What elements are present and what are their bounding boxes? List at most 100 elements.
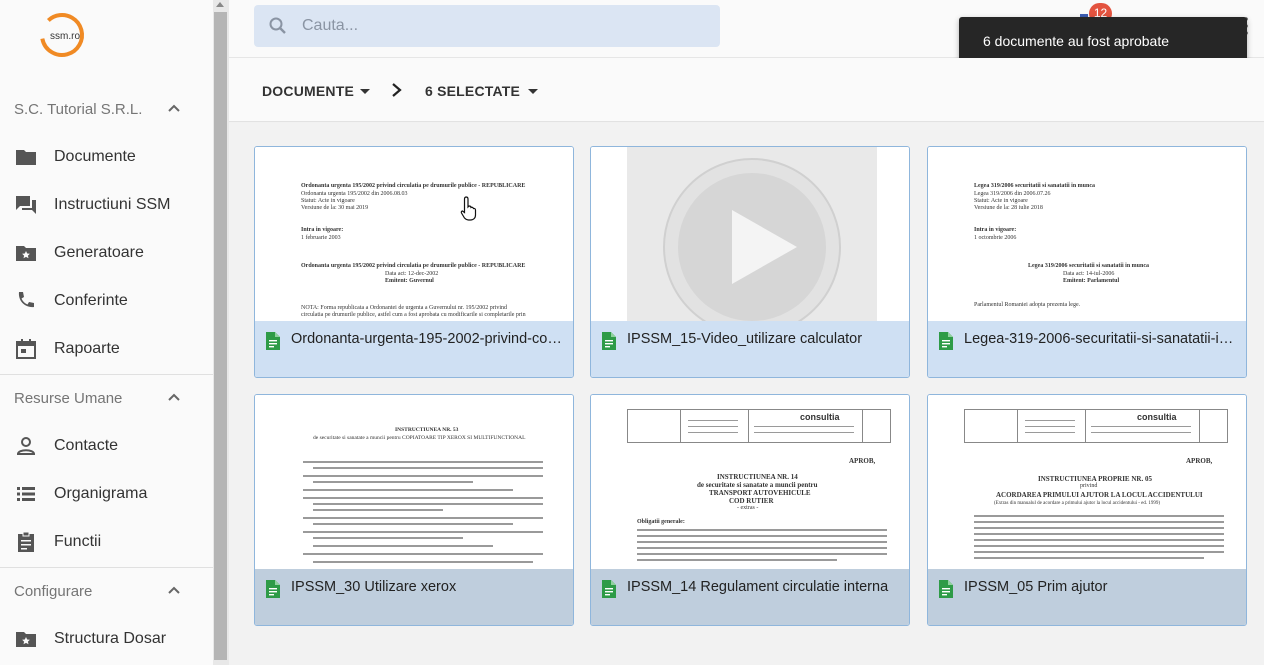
sidebar-item-label: Generatoare bbox=[54, 244, 144, 261]
document-preview: INSTRUCTIUNEA NR. 53 de securitate si sa… bbox=[255, 395, 573, 569]
section-header-resurse-umane[interactable]: Resurse Umane bbox=[0, 376, 213, 420]
play-icon[interactable] bbox=[657, 155, 847, 321]
preview-line: Data act: 12-dec-2002 bbox=[385, 271, 439, 277]
section-header-company[interactable]: S.C. Tutorial S.R.L. bbox=[0, 87, 213, 131]
list-icon bbox=[17, 487, 35, 501]
document-preview: Legea 319/2006 securitatii si sanatatii … bbox=[928, 147, 1246, 321]
preview-line: Data act: 14-iul-2006 bbox=[1063, 271, 1115, 277]
text-line bbox=[303, 461, 543, 463]
toast-message: 6 documente au fost aprobate bbox=[983, 33, 1170, 49]
preview-line: INSTRUCTIUNEA NR. 53 bbox=[395, 427, 459, 433]
document-card-footer: Ordonanta-urgenta-195-2002-privind-codul… bbox=[255, 321, 573, 377]
document-card-footer: IPSSM_15-Video_utilizare calculator bbox=[591, 321, 909, 377]
preview-line: Legea 319/2006 securitatii si sanatatii … bbox=[974, 183, 1095, 189]
person-icon bbox=[16, 437, 36, 455]
sidebar-item-structura-dosar[interactable]: Structura Dosar bbox=[0, 617, 213, 661]
document-card[interactable]: IPSSM_15-Video_utilizare calculator bbox=[590, 146, 910, 378]
text-line bbox=[303, 517, 543, 519]
text-line bbox=[637, 547, 887, 549]
caret-down-icon bbox=[528, 88, 539, 94]
document-card[interactable]: INSTRUCTIUNEA NR. 53 de securitate si sa… bbox=[254, 394, 574, 626]
section-title: Resurse Umane bbox=[14, 389, 123, 407]
document-card[interactable]: Legea 319/2006 securitatii si sanatatii … bbox=[927, 146, 1247, 378]
text-line bbox=[313, 467, 543, 469]
google-doc-icon bbox=[602, 332, 616, 350]
sidebar-item-label: Functii bbox=[54, 533, 102, 550]
sidebar-item-generatoare[interactable]: Generatoare bbox=[0, 231, 213, 275]
divider bbox=[0, 374, 213, 375]
preview-line: Parlamentul Romaniei adopta prezenta leg… bbox=[974, 302, 1081, 308]
document-card[interactable]: consultia APROB, INSTRUCTIUNEA PROPRIE N… bbox=[927, 394, 1247, 626]
text-line bbox=[313, 561, 533, 563]
chevron-up-icon[interactable] bbox=[167, 101, 181, 115]
folder-icon bbox=[16, 150, 36, 165]
sidebar-item-organigrama[interactable]: Organigrama bbox=[0, 472, 213, 516]
scroll-up-arrow-icon[interactable] bbox=[215, 0, 225, 8]
text-line bbox=[303, 489, 513, 491]
preview-line: COD RUTIER bbox=[729, 497, 774, 505]
sidebar-item-documente[interactable]: Documente bbox=[0, 135, 213, 179]
document-card[interactable]: Ordonanta urgenta 195/2002 privind circu… bbox=[254, 146, 574, 378]
document-title: IPSSM_15-Video_utilizare calculator bbox=[627, 331, 863, 347]
sidebar-item-label: Organigrama bbox=[54, 485, 148, 502]
svg-text:ssm.ro: ssm.ro bbox=[50, 31, 80, 42]
document-preview: consultia APROB, INSTRUCTIUNEA PROPRIE N… bbox=[928, 395, 1246, 569]
divider bbox=[0, 567, 213, 568]
text-line bbox=[637, 535, 887, 537]
text-line bbox=[637, 541, 887, 543]
text-line bbox=[303, 531, 543, 533]
preview-line: Obligatii generale: bbox=[637, 519, 685, 525]
preview-line: Legea 319/2006 din 2006.07.26 bbox=[974, 191, 1051, 197]
google-doc-icon bbox=[266, 580, 280, 598]
preview-line: Ordonanta urgenta 195/2002 privind circu… bbox=[301, 263, 526, 269]
preview-line: APROB, bbox=[1186, 457, 1213, 465]
document-header-table: consultia bbox=[627, 409, 891, 443]
preview-line: de securitate si sanatate a muncii pentr… bbox=[697, 481, 818, 489]
section-header-configurare[interactable]: Configurare bbox=[0, 569, 213, 613]
preview-line: Ordonanta urgenta 195/2002 din 2006.08.0… bbox=[301, 191, 408, 197]
document-title: IPSSM_30 Utilizare xerox bbox=[291, 579, 457, 595]
preview-line: Statut: Acte in vigoare bbox=[301, 198, 355, 204]
ssm-logo[interactable]: ssm.ro bbox=[36, 10, 88, 60]
text-line bbox=[974, 521, 1224, 523]
sidebar-item-contacte[interactable]: Contacte bbox=[0, 424, 213, 468]
preview-line: Intra in vigoare: bbox=[974, 227, 1017, 233]
document-header-table: consultia bbox=[964, 409, 1228, 443]
scrollbar-thumb[interactable] bbox=[214, 12, 227, 660]
sidebar-item-label: Rapoarte bbox=[54, 340, 120, 357]
text-line bbox=[303, 475, 543, 477]
sidebar-item-rapoarte[interactable]: Rapoarte bbox=[0, 327, 213, 371]
breadcrumb-root-dropdown[interactable]: DOCUMENTE bbox=[262, 81, 371, 101]
chevron-right-icon bbox=[392, 83, 402, 97]
preview-line: 1 februarie 2003 bbox=[301, 235, 341, 241]
preview-line: INSTRUCTIUNEA PROPRIE NR. 05 bbox=[1038, 475, 1152, 483]
text-line bbox=[303, 553, 543, 555]
sidebar-item-label: Contacte bbox=[54, 437, 119, 454]
text-line bbox=[974, 545, 1224, 547]
document-card-footer: Legea-319-2006-securitatii-si-sanatatii-… bbox=[928, 321, 1246, 377]
document-preview: consultia APROB, INSTRUCTIUNEA NR. 14 de… bbox=[591, 395, 909, 569]
preview-line: 1 octombrie 2006 bbox=[974, 235, 1017, 241]
text-line bbox=[313, 537, 463, 539]
preview-line: Statut: Acte in vigoare bbox=[974, 198, 1028, 204]
text-line bbox=[637, 553, 887, 555]
text-line bbox=[974, 557, 1204, 559]
preview-line: (Extras din manualul de acordare a primu… bbox=[994, 501, 1161, 506]
chevron-up-icon[interactable] bbox=[167, 583, 181, 597]
preview-line: privind bbox=[1080, 483, 1098, 489]
chevron-up-icon[interactable] bbox=[167, 390, 181, 404]
search-box[interactable] bbox=[254, 5, 720, 47]
folder-star-icon bbox=[16, 246, 36, 261]
document-card-footer: IPSSM_05 Prim ajutor bbox=[928, 569, 1246, 625]
sidebar: ssm.ro S.C. Tutorial S.R.L. Documente In… bbox=[0, 0, 213, 665]
document-card[interactable]: consultia APROB, INSTRUCTIUNEA NR. 14 de… bbox=[590, 394, 910, 626]
sidebar-item-functii[interactable]: Functii bbox=[0, 520, 213, 564]
search-input[interactable] bbox=[302, 15, 702, 37]
consultia-logo-text: consultia bbox=[1137, 412, 1177, 422]
section-title: S.C. Tutorial S.R.L. bbox=[14, 100, 143, 118]
clipboard-icon bbox=[18, 531, 34, 552]
sidebar-item-label: Structura Dosar bbox=[54, 630, 167, 647]
sidebar-item-instructiuni[interactable]: Instructiuni SSM bbox=[0, 183, 213, 227]
sidebar-item-conferinte[interactable]: Conferinte bbox=[0, 279, 213, 323]
breadcrumb-selection-dropdown[interactable]: 6 SELECTATE bbox=[425, 81, 539, 101]
